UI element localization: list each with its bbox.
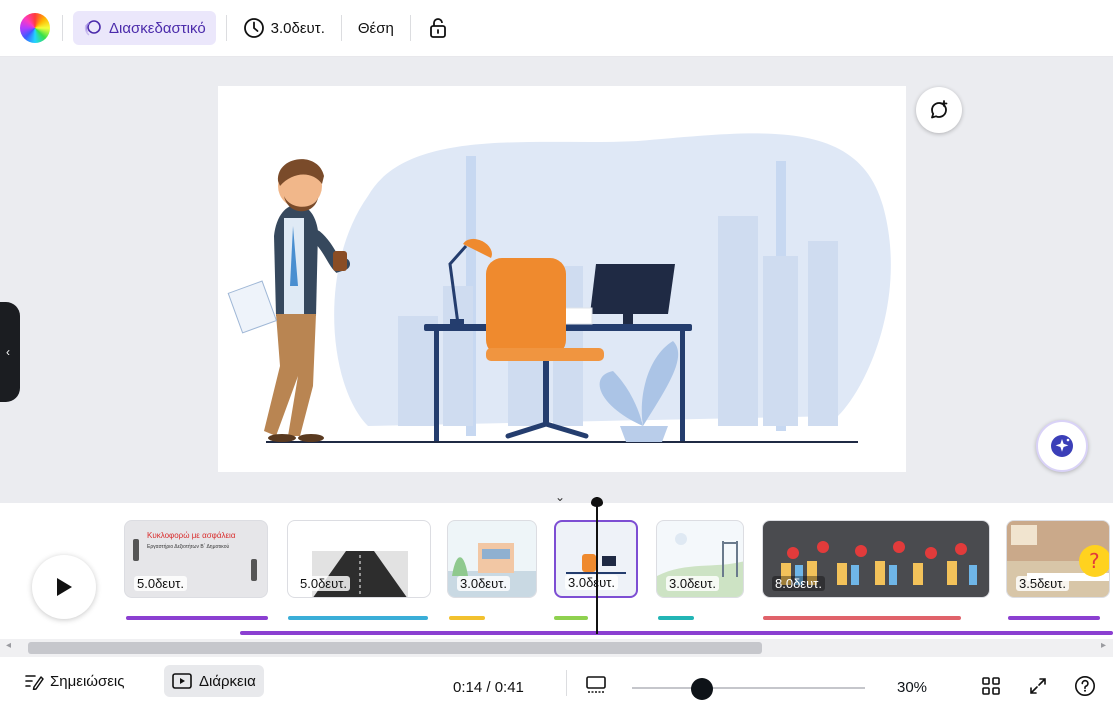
help-button[interactable] [1074, 675, 1096, 702]
timeline-view-icon [586, 676, 606, 693]
timeline-clip-1[interactable]: Κυκλοφορώ με ασφάλεια Εργαστήριο Δεξιοτή… [124, 520, 268, 598]
toolbar-divider [409, 15, 411, 41]
bottom-bar: Σημειώσεις Διάρκεια 0:14 / 0:41 30% [0, 660, 1113, 702]
scrollbar-thumb[interactable] [28, 642, 762, 654]
clip-5-bar [658, 616, 694, 620]
playhead[interactable] [591, 497, 603, 634]
zoom-level: 30% [897, 679, 928, 696]
chevron-left-icon: ‹ [6, 345, 10, 359]
clip-duration: 8.0δευτ. [772, 576, 825, 591]
clip-1-bar [126, 616, 268, 620]
notes-label: Σημειώσεις [50, 672, 125, 690]
timeline-clip-2[interactable]: 5.0δευτ. [287, 520, 431, 598]
lock-button[interactable] [417, 11, 465, 45]
video-editor: Διασκεδαστικό 3.0δευτ. Θέση ‹ Κυκλοφορώ … [0, 0, 1113, 702]
scroll-left-icon[interactable]: ◂ [6, 640, 11, 651]
animation-label: Διασκεδαστικό [109, 19, 206, 37]
grid-view-icon [982, 677, 1000, 695]
duration-toggle-label: Διάρκεια [199, 672, 256, 690]
traffic-light-icon [251, 559, 257, 581]
duration-icon [172, 673, 192, 689]
notes-icon [25, 675, 44, 690]
zoom-slider[interactable] [632, 687, 865, 689]
traffic-light-icon [133, 539, 139, 561]
grid-view-button[interactable] [981, 676, 1001, 701]
color-wheel-icon[interactable] [20, 13, 50, 43]
clip-4-bar [554, 616, 588, 620]
duration-toggle-button[interactable]: Διάρκεια [164, 665, 264, 697]
time-readout: 0:14 / 0:41 [453, 679, 524, 696]
clip-6-bar [763, 616, 961, 620]
timeline-clip-3[interactable]: 3.0δευτ. [447, 520, 537, 598]
playhead-handle[interactable] [591, 497, 603, 507]
magic-sparkle-icon [1051, 435, 1073, 457]
timeline: Κυκλοφορώ με ασφάλεια Εργαστήριο Δεξιοτή… [0, 490, 1113, 636]
toolbar-divider [340, 15, 342, 41]
side-panel-toggle[interactable]: ‹ [0, 302, 20, 402]
clip-3-bar [449, 616, 485, 620]
clip-duration: 5.0δευτ. [134, 576, 187, 591]
audio-track[interactable] [240, 631, 1113, 635]
clock-icon [243, 18, 264, 38]
clip-duration: 3.0δευτ. [666, 576, 719, 591]
svg-text:?: ? [1089, 549, 1100, 573]
clip-duration: 3.0δευτ. [565, 575, 618, 590]
clip-duration: 3.5δευτ. [1016, 576, 1069, 591]
toolbar-divider [62, 15, 63, 41]
add-comment-button[interactable] [916, 87, 962, 133]
duration-button[interactable]: 3.0δευτ. [233, 11, 335, 45]
office-illustration [227, 133, 891, 443]
notes-button[interactable]: Σημειώσεις [16, 665, 133, 697]
timeline-scrollbar[interactable]: ◂ ▸ [0, 639, 1113, 657]
help-icon [1075, 676, 1095, 696]
fullscreen-icon [1030, 678, 1046, 694]
play-button[interactable] [32, 555, 96, 619]
clip-duration: 3.0δευτ. [457, 576, 510, 591]
clip-2-bar [288, 616, 428, 620]
chevron-down-icon[interactable]: ⌄ [555, 490, 565, 504]
animation-button[interactable]: Διασκεδαστικό [73, 11, 216, 45]
duration-label: 3.0δευτ. [270, 19, 325, 37]
clip-duration: 5.0δευτ. [297, 576, 350, 591]
canvas-area: ‹ [0, 57, 1113, 503]
timeline-view-button[interactable] [585, 674, 607, 701]
lock-icon [429, 18, 446, 38]
play-icon [57, 578, 72, 596]
bottom-divider [566, 670, 567, 696]
slide-preview[interactable] [218, 86, 906, 472]
clip-1-subtitle: Εργαστήριο Δεξιοτήτων Β΄ Δημοτικού [147, 544, 230, 550]
clip-1-title: Κυκλοφορώ με ασφάλεια [147, 531, 236, 540]
scroll-right-icon[interactable]: ▸ [1101, 640, 1106, 651]
timeline-clip-6[interactable]: 8.0δευτ. [762, 520, 990, 598]
clip-7-bar [1008, 616, 1100, 620]
top-toolbar: Διασκεδαστικό 3.0δευτ. Θέση [0, 0, 1113, 57]
fullscreen-button[interactable] [1028, 676, 1048, 701]
position-label: Θέση [357, 19, 394, 37]
timeline-clip-7[interactable]: ? 3.5δευτ. [1006, 520, 1110, 598]
position-button[interactable]: Θέση [348, 11, 404, 45]
comment-add-icon [931, 100, 948, 119]
zoom-slider-handle[interactable] [691, 678, 713, 700]
animation-icon [84, 20, 101, 36]
timeline-clip-5[interactable]: 3.0δευτ. [656, 520, 744, 598]
toolbar-divider [225, 15, 227, 41]
magic-assistant-button[interactable] [1036, 420, 1088, 472]
